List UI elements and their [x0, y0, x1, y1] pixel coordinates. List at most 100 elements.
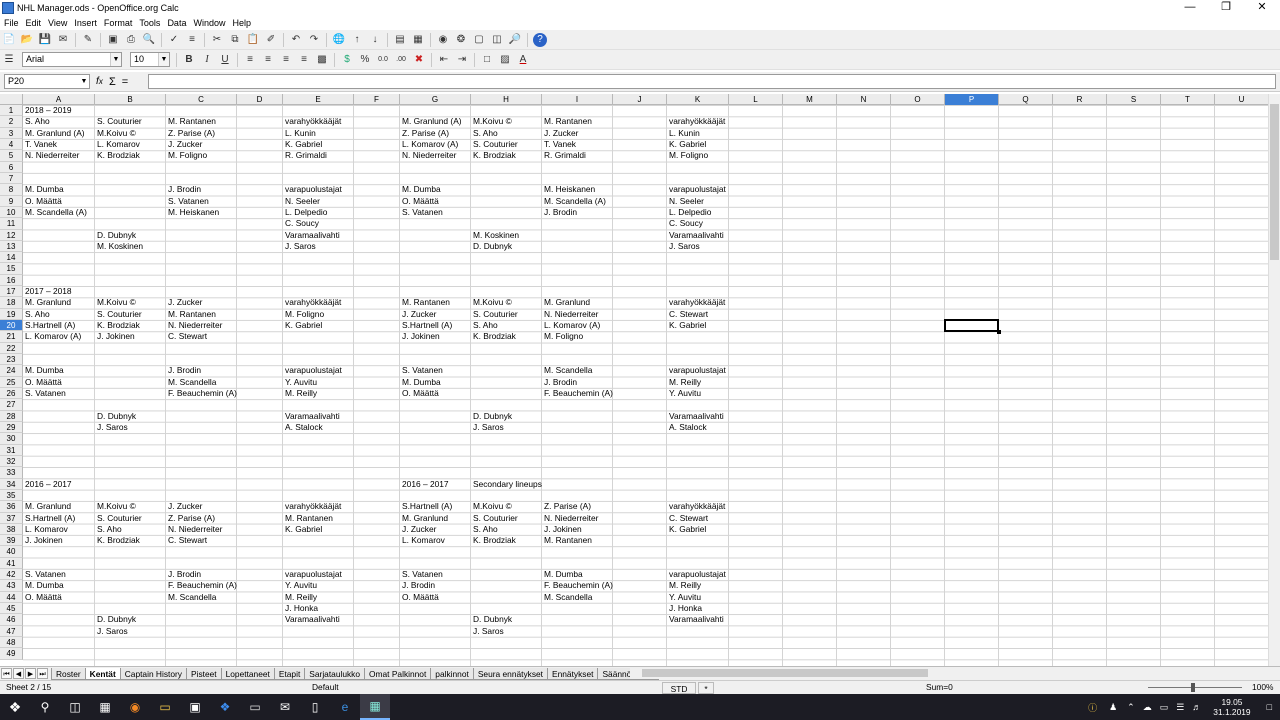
cell-e9[interactable]: N. Seeler [284, 196, 320, 207]
column-header-c[interactable]: C [166, 94, 237, 105]
cell-h2[interactable]: M.Koivu © [472, 116, 512, 127]
menu-file[interactable]: File [4, 18, 19, 28]
row-header-11[interactable]: 11 [0, 218, 23, 230]
cell-h19[interactable]: S. Couturier [472, 309, 518, 320]
align-center-icon[interactable]: ≡ [261, 53, 275, 67]
cell-c36[interactable]: J. Zucker [167, 501, 202, 512]
cell-e46[interactable]: Varamaalivahti [284, 614, 340, 625]
cell-k18[interactable]: varahyökkääjät [668, 297, 725, 308]
menu-view[interactable]: View [48, 18, 67, 28]
notifications-icon[interactable]: □ [1267, 702, 1272, 712]
cell-e5[interactable]: R. Grimaldi [284, 150, 327, 161]
cell-k42[interactable]: varapuolustajat [668, 569, 726, 580]
cell-h34[interactable]: Secondary lineups [472, 479, 542, 490]
dropbox-icon[interactable]: ❖ [210, 694, 240, 720]
volume-icon[interactable]: ♬ [1192, 702, 1201, 712]
cell-g38[interactable]: J. Zucker [401, 524, 436, 535]
font-color-icon[interactable]: A [516, 53, 530, 67]
zoom-slider-thumb[interactable] [1191, 683, 1195, 692]
borders-icon[interactable]: □ [480, 53, 494, 67]
cell-h37[interactable]: S. Couturier [472, 513, 518, 524]
cell-k9[interactable]: N. Seeler [668, 196, 704, 207]
save-icon[interactable]: 💾 [38, 33, 52, 47]
column-header-d[interactable]: D [237, 94, 283, 105]
cell-i43[interactable]: F. Beauchemin (A) [543, 580, 613, 591]
cell-g21[interactable]: J. Jokinen [401, 331, 440, 342]
cell-e4[interactable]: K. Gabriel [284, 139, 322, 150]
cell-c9[interactable]: S. Vatanen [167, 196, 209, 207]
column-header-g[interactable]: G [400, 94, 471, 105]
cell-a8[interactable]: M. Dumba [24, 184, 64, 195]
cell-g37[interactable]: M. Granlund [401, 513, 448, 524]
cell-k45[interactable]: J. Honka [668, 603, 702, 614]
cell-b12[interactable]: D. Dubnyk [96, 230, 136, 241]
cell-h5[interactable]: K. Brodziak [472, 150, 516, 161]
row-header-29[interactable]: 29 [0, 421, 23, 434]
row-header-27[interactable]: 27 [0, 399, 23, 411]
cell-k24[interactable]: varapuolustajat [668, 365, 726, 376]
cell-h21[interactable]: K. Brodziak [472, 331, 516, 342]
cell-k11[interactable]: C. Soucy [668, 218, 703, 229]
cell-g43[interactable]: J. Brodin [401, 580, 435, 591]
cell-e28[interactable]: Varamaalivahti [284, 411, 340, 422]
cell-e44[interactable]: M. Reilly [284, 592, 317, 603]
row-header-4[interactable]: 4 [0, 138, 23, 151]
cell-e12[interactable]: Varamaalivahti [284, 230, 340, 241]
column-header-r[interactable]: R [1053, 94, 1107, 105]
cell-e38[interactable]: K. Gabriel [284, 524, 322, 535]
cell-i19[interactable]: N. Niederreiter [543, 309, 598, 320]
align-left-icon[interactable]: ≡ [243, 53, 257, 67]
function-equals-icon[interactable]: = [122, 76, 128, 88]
cell-c38[interactable]: N. Niederreiter [167, 524, 222, 535]
cell-b46[interactable]: D. Dubnyk [96, 614, 136, 625]
help-circle-icon[interactable]: ⓘ [1088, 701, 1097, 714]
cell-i25[interactable]: J. Brodin [543, 377, 577, 388]
column-header-i[interactable]: I [542, 94, 613, 105]
cell-e3[interactable]: L. Kunin [284, 128, 316, 139]
document-icon[interactable]: ▯ [300, 694, 330, 720]
cell-h39[interactable]: K. Brodziak [472, 535, 516, 546]
cell-c39[interactable]: C. Stewart [167, 535, 207, 546]
row-header-19[interactable]: 19 [0, 308, 23, 321]
row-header-21[interactable]: 21 [0, 331, 23, 343]
row-header-7[interactable]: 7 [0, 172, 23, 185]
cell-b4[interactable]: L. Komarov [96, 139, 140, 150]
cell-b29[interactable]: J. Saros [96, 422, 128, 433]
horizontal-scroll-thumb[interactable] [642, 669, 928, 677]
chevron-up-icon[interactable]: ⌃ [1127, 702, 1135, 713]
row-header-2[interactable]: 2 [0, 116, 23, 128]
vertical-scroll-thumb[interactable] [1270, 104, 1279, 260]
cell-k28[interactable]: Varamaalivahti [668, 411, 724, 422]
justify-icon[interactable]: ≡ [297, 53, 311, 67]
print-icon[interactable]: ⎙ [124, 33, 138, 47]
sheet-tab-seura-ennätykset[interactable]: Seura ennätykset [472, 667, 549, 680]
cell-a10[interactable]: M. Scandella (A) [24, 207, 87, 218]
font-size-box[interactable]: 10 ▼ [130, 52, 170, 67]
cell-a44[interactable]: O. Määttä [24, 592, 62, 603]
zoom-icon[interactable]: 🔎 [508, 33, 522, 47]
cell-i4[interactable]: T. Vanek [543, 139, 576, 150]
cell-c10[interactable]: M. Heiskanen [167, 207, 219, 218]
cell-h3[interactable]: S. Aho [472, 128, 498, 139]
cell-e45[interactable]: J. Honka [284, 603, 318, 614]
chevron-down-icon[interactable]: ▼ [110, 53, 121, 66]
cell-b13[interactable]: M. Koskinen [96, 241, 143, 252]
sort-descending-icon[interactable]: ↓ [368, 33, 382, 47]
hyperlink-icon[interactable]: 🌐 [332, 33, 346, 47]
cell-c20[interactable]: N. Niederreiter [167, 320, 222, 331]
cell-e24[interactable]: varapuolustajat [284, 365, 342, 376]
cell-a19[interactable]: S. Aho [24, 309, 50, 320]
cell-g44[interactable]: O. Määttä [401, 592, 439, 603]
name-box[interactable]: P20 ▼ [4, 74, 90, 89]
firefox-icon[interactable]: ◉ [120, 694, 150, 720]
cell-b38[interactable]: S. Aho [96, 524, 122, 535]
cell-k20[interactable]: K. Gabriel [668, 320, 706, 331]
cell-e18[interactable]: varahyökkääjät [284, 297, 341, 308]
row-header-44[interactable]: 44 [0, 591, 23, 604]
row-header-30[interactable]: 30 [0, 433, 23, 445]
cell-g20[interactable]: S.Hartnell (A) [401, 320, 452, 331]
cell-c5[interactable]: M. Foligno [167, 150, 207, 161]
row-header-48[interactable]: 48 [0, 637, 23, 649]
clock[interactable]: 19.05 31.1.2019 [1213, 697, 1250, 717]
cell-c4[interactable]: J. Zucker [167, 139, 202, 150]
